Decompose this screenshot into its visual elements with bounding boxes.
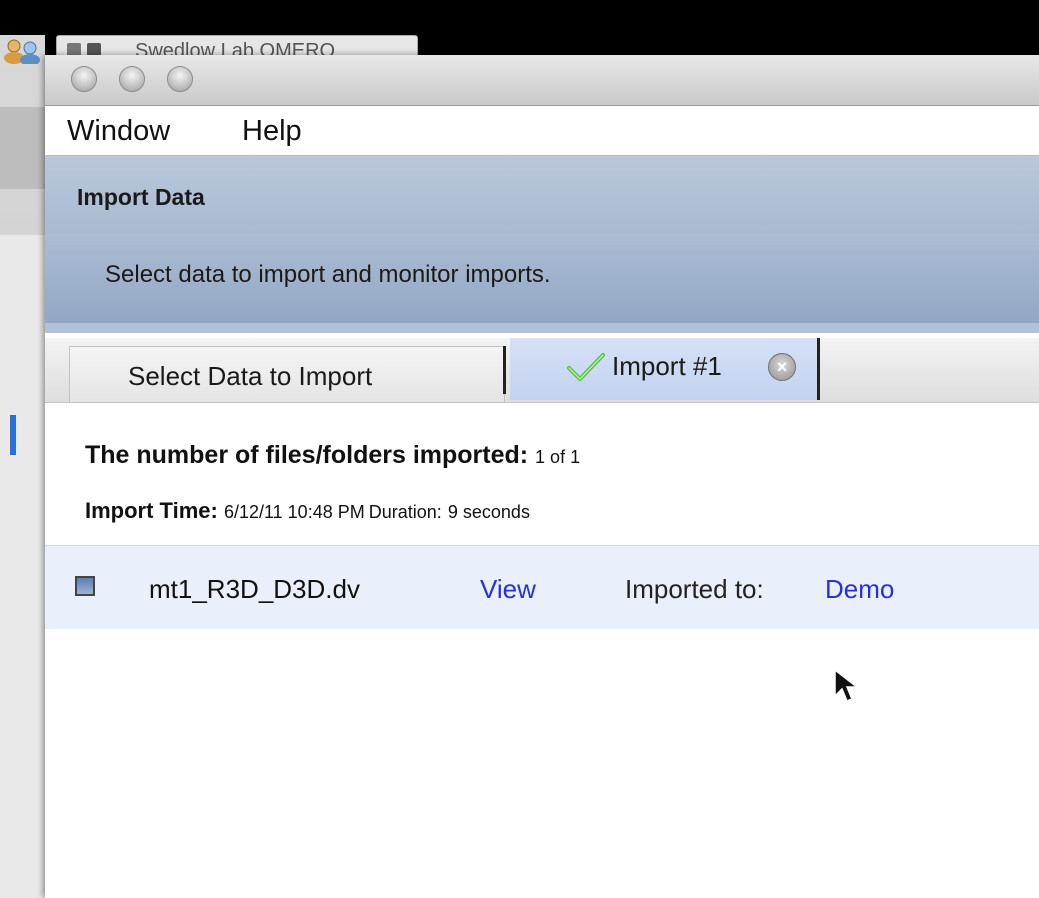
- tab-import-1[interactable]: Import #1 ×: [510, 338, 820, 400]
- imported-to-label: Imported to:: [625, 574, 764, 604]
- zoom-window-button[interactable]: [167, 66, 193, 92]
- page-title: Import Data: [77, 184, 205, 210]
- header-divider: [45, 323, 1039, 333]
- menu-help[interactable]: Help: [242, 115, 302, 148]
- window-titlebar[interactable]: [45, 55, 1039, 106]
- duration-label: Duration:: [368, 502, 442, 522]
- import-time-value: 6/12/11 10:48 PM: [223, 502, 365, 522]
- import-window: Window Help Import Data Select data to i…: [45, 55, 1039, 898]
- background-sidebar-panel: [0, 235, 45, 898]
- menubar: Window Help: [45, 106, 1039, 156]
- close-tab-icon[interactable]: ×: [768, 353, 796, 381]
- background-app-sidebar: [0, 35, 45, 898]
- import-time-label: Import Time:: [85, 498, 218, 523]
- page-subtitle: Select data to import and monitor import…: [105, 261, 551, 288]
- minimize-window-button[interactable]: [119, 66, 145, 92]
- checkmark-icon: [567, 353, 605, 381]
- import-time-summary: Import Time: 6/12/11 10:48 PM Duration: 9…: [85, 498, 530, 524]
- tab-import-1-label: Import #1: [612, 351, 722, 381]
- tab-divider: [503, 346, 506, 394]
- table-row[interactable]: mt1_R3D_D3D.dv View Imported to: Demo: [45, 545, 1039, 629]
- mouse-pointer-icon: [834, 668, 860, 702]
- duration-value: 9 seconds: [447, 502, 530, 522]
- view-link[interactable]: View: [480, 574, 536, 605]
- files-imported-value: 1 of 1: [535, 447, 581, 467]
- close-window-button[interactable]: [71, 66, 97, 92]
- files-imported-label: The number of files/folders imported:: [85, 441, 529, 469]
- menu-window[interactable]: Window: [67, 115, 170, 148]
- import-status-panel: The number of files/folders imported: 1 …: [45, 403, 1039, 898]
- file-name: mt1_R3D_D3D.dv: [149, 574, 360, 604]
- people-icon[interactable]: [2, 38, 46, 64]
- background-sidebar-band: [0, 107, 45, 189]
- files-imported-summary: The number of files/folders imported: 1 …: [85, 441, 580, 470]
- tab-select-data-label: Select Data to Import: [128, 361, 373, 391]
- background-selection-marker: [10, 415, 16, 455]
- imported-to-link[interactable]: Demo: [825, 574, 894, 605]
- tab-bar: Select Data to Import Import #1 ×: [45, 338, 1039, 403]
- image-file-icon: [75, 576, 95, 596]
- import-header: Import Data Select data to import and mo…: [45, 156, 1039, 333]
- tab-select-data[interactable]: Select Data to Import: [69, 346, 505, 402]
